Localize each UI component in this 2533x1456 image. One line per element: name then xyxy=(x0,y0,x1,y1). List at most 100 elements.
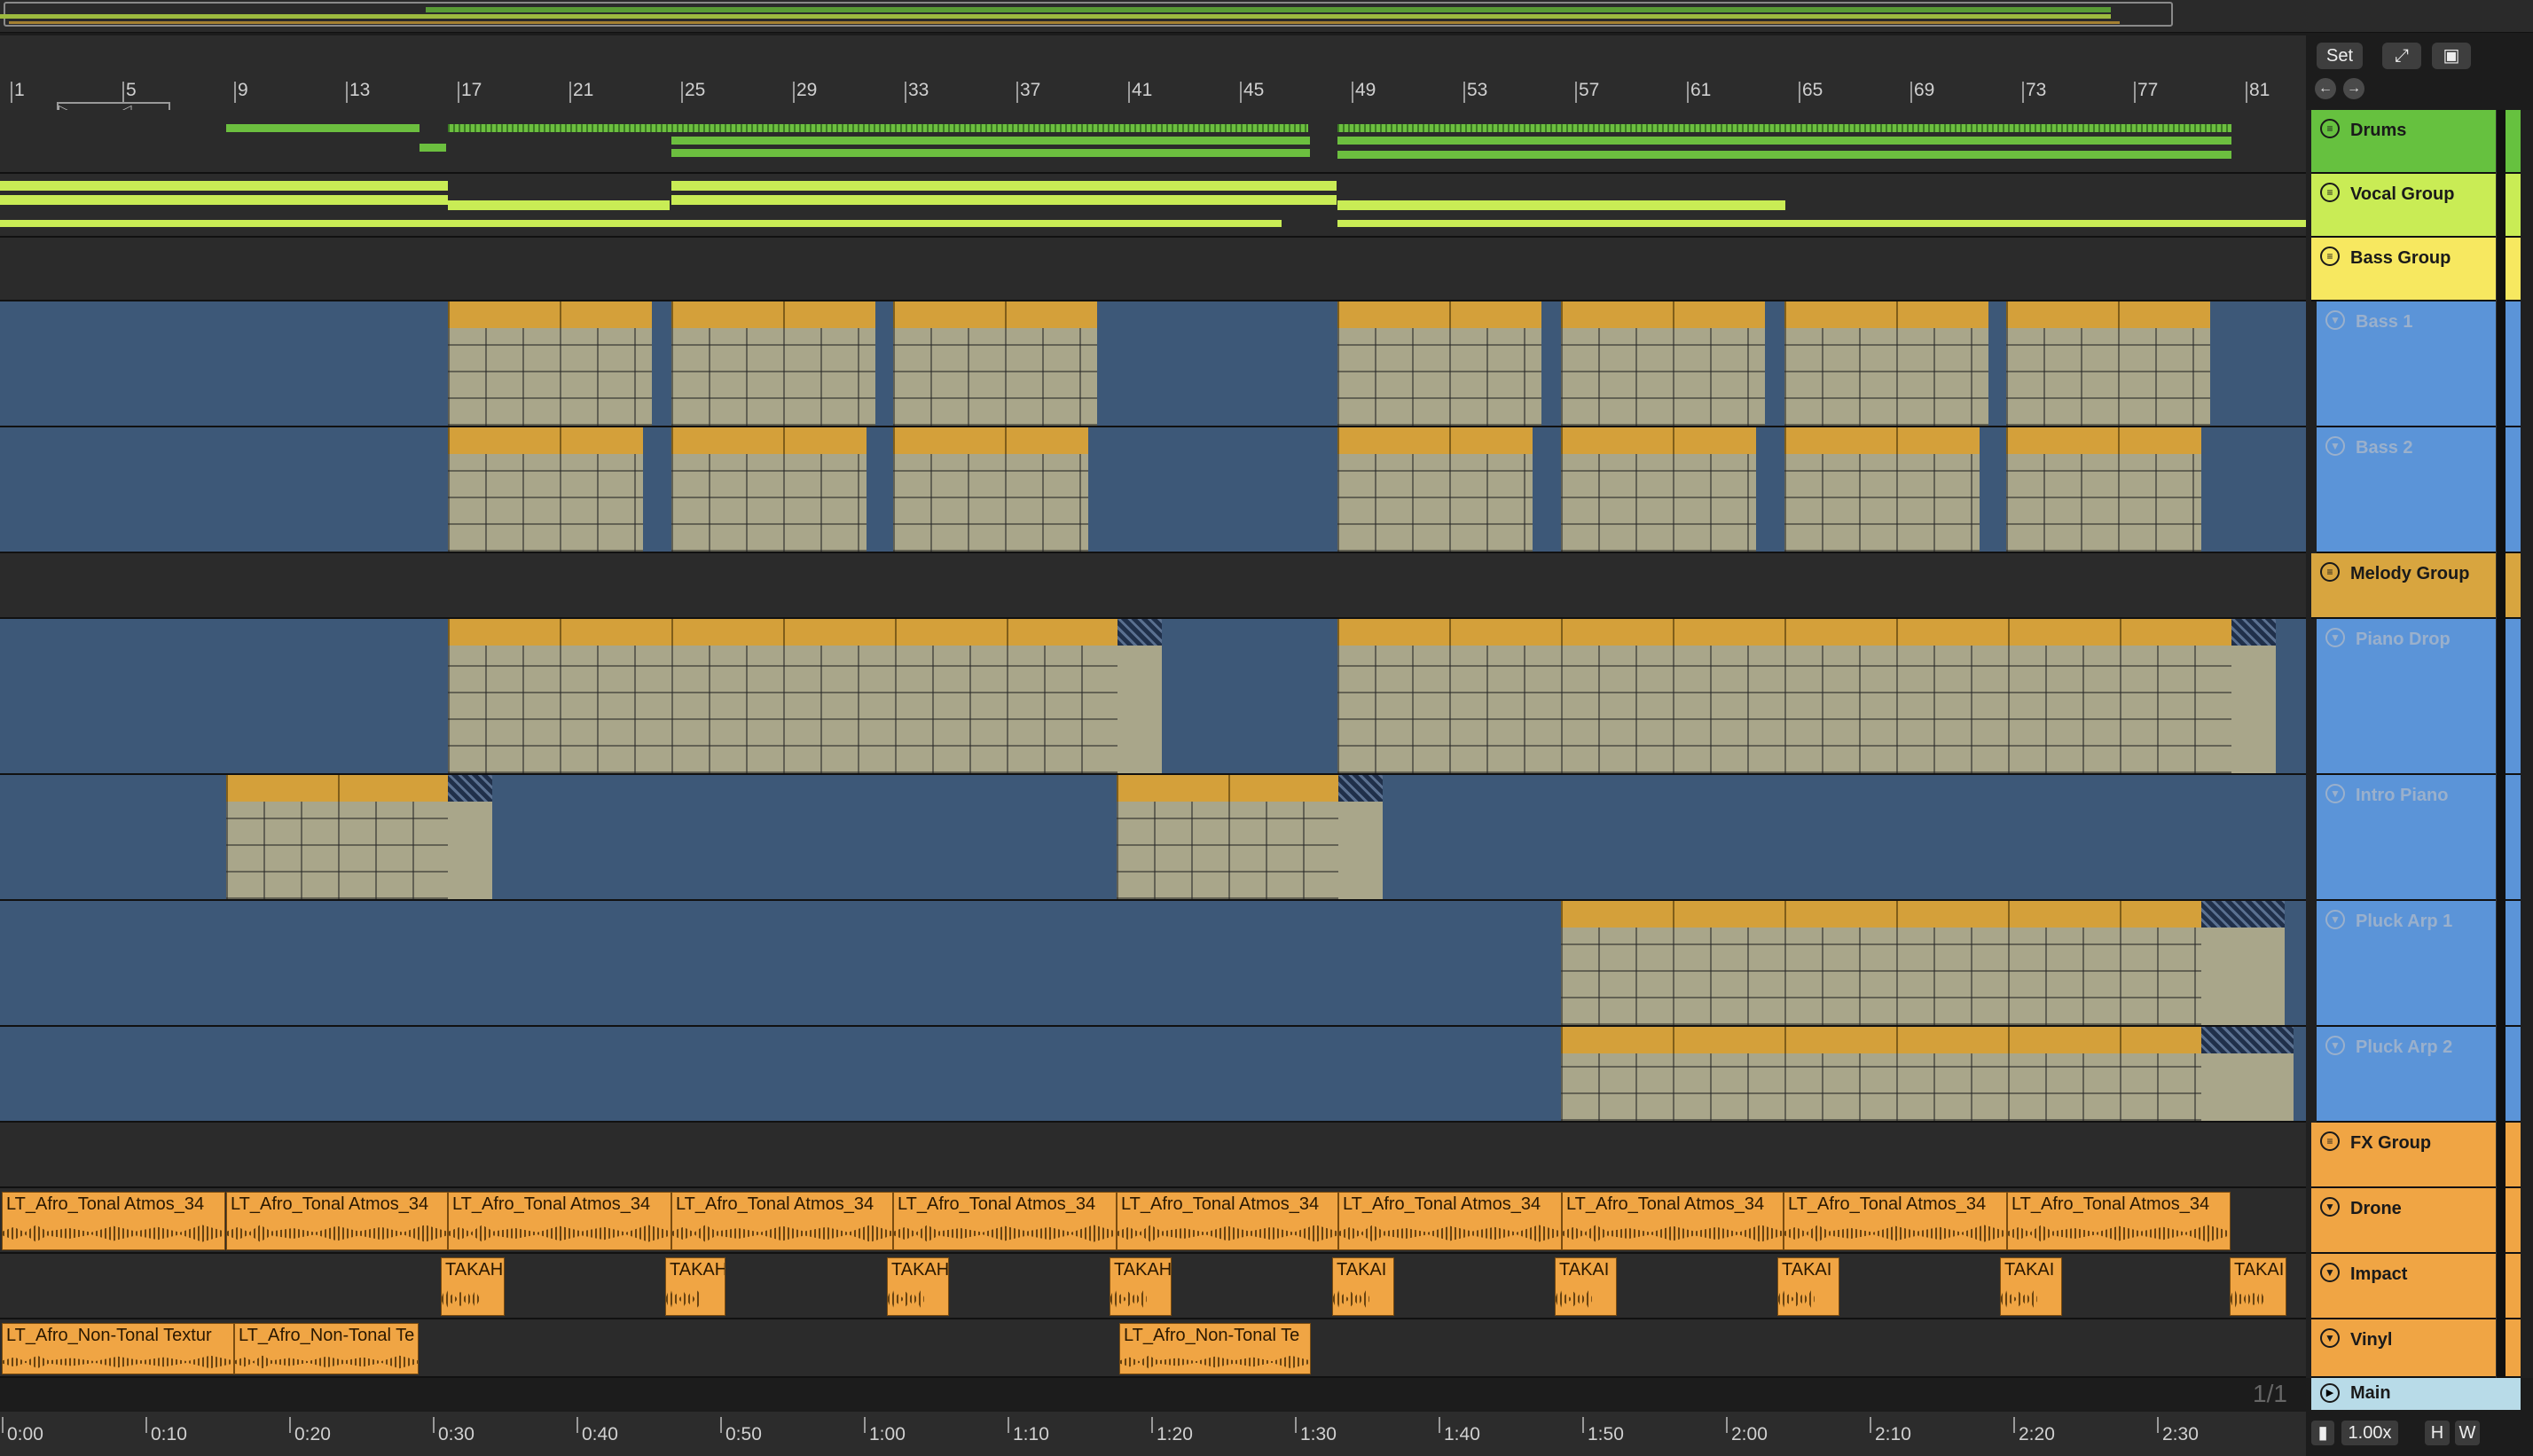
group-fold-icon[interactable]: ≡ xyxy=(2320,562,2340,582)
arrangement-view[interactable]: LT_Afro_Tonal Atmos_34 LT_Afro_Tonal Atm… xyxy=(0,110,2306,1378)
track-header-intro-piano[interactable]: ▼ Intro Piano xyxy=(2317,775,2521,901)
drum-clip[interactable] xyxy=(420,144,446,152)
drum-clip[interactable] xyxy=(226,124,420,132)
group-fold-icon[interactable]: ≡ xyxy=(2320,183,2340,202)
audio-clip[interactable]: LT_Afro_Tonal Atmos_34 xyxy=(1117,1192,1338,1250)
track-header-bass-group[interactable]: ≡ Bass Group xyxy=(2311,238,2521,301)
vocal-clip[interactable] xyxy=(0,181,448,191)
audio-clip[interactable]: LT_Afro_Tonal Atmos_34 xyxy=(2007,1192,2231,1250)
track-header-vinyl[interactable]: ▼ Vinyl xyxy=(2311,1319,2521,1378)
vocal-clip[interactable] xyxy=(1337,200,1785,210)
midi-clip[interactable] xyxy=(1337,301,1541,426)
audio-clip[interactable]: LT_Afro_Tonal Atmos_34 xyxy=(1562,1192,1784,1250)
midi-clip[interactable] xyxy=(1784,427,1980,552)
audio-clip[interactable]: LT_Afro_Tonal Atmos_34 xyxy=(226,1192,448,1250)
w-button[interactable]: W xyxy=(2455,1421,2480,1445)
vocal-clip[interactable] xyxy=(0,220,1282,227)
track-header-drums[interactable]: ≡ Drums xyxy=(2311,110,2521,174)
track-fold-icon[interactable]: ▼ xyxy=(2320,1328,2340,1348)
track-fold-icon[interactable]: ▼ xyxy=(2325,310,2345,330)
audio-clip[interactable]: LT_Afro_Tonal Atmos_34 xyxy=(893,1192,1117,1250)
time-ruler[interactable]: 0:00 0:10 0:20 0:30 0:40 0:50 1:00 1:10 1:20 1:30… xyxy=(0,1412,2306,1456)
vocal-clip[interactable] xyxy=(671,195,1337,205)
audio-clip[interactable]: LT_Afro_Tonal Atmos_34 xyxy=(671,1192,893,1250)
midi-clip[interactable] xyxy=(671,427,867,552)
midi-clip[interactable] xyxy=(2006,427,2201,552)
lock-icon[interactable]: ▣ xyxy=(2432,43,2471,69)
drum-clip[interactable] xyxy=(1337,124,2231,132)
audio-clip[interactable]: LT_Afro_Tonal Atmos_34 xyxy=(1784,1192,2007,1250)
track-header-pluck-arp-1[interactable]: ▼ Pluck Arp 1 xyxy=(2317,901,2521,1027)
track-header-vocal-group[interactable]: ≡ Vocal Group xyxy=(2311,174,2521,238)
audio-clip[interactable]: TAKAH xyxy=(887,1257,949,1316)
drum-clip[interactable] xyxy=(671,149,1310,157)
drum-clip[interactable] xyxy=(1337,151,2231,159)
waveform-icon[interactable]: ▮ xyxy=(2311,1421,2334,1445)
arrow-left-icon[interactable]: ← xyxy=(2315,78,2336,99)
audio-clip[interactable]: TAKAI xyxy=(1777,1257,1839,1316)
overview-strip[interactable] xyxy=(0,0,2533,33)
audio-clip[interactable]: LT_Afro_Tonal Atmos_34 xyxy=(2,1192,225,1250)
midi-clip[interactable] xyxy=(893,301,1097,426)
drum-clip[interactable] xyxy=(671,137,1310,145)
track-header-bass-1[interactable]: ▼ Bass 1 xyxy=(2317,301,2521,427)
track-fold-icon[interactable]: ▼ xyxy=(2325,436,2345,456)
audio-clip[interactable]: TAKAH xyxy=(441,1257,505,1316)
vocal-clip[interactable] xyxy=(448,200,670,210)
track-fold-icon[interactable]: ▼ xyxy=(2325,1036,2345,1055)
audio-clip[interactable]: TAKAI xyxy=(2230,1257,2286,1316)
audio-clip[interactable]: LT_Afro_Tonal Atmos_34 xyxy=(1338,1192,1562,1250)
audio-clip[interactable]: LT_Afro_Tonal Atmos_34 xyxy=(448,1192,671,1250)
midi-clip[interactable] xyxy=(1117,775,1338,899)
audio-clip[interactable]: LT_Afro_Non-Tonal Te xyxy=(1119,1323,1311,1374)
group-fold-icon[interactable]: ≡ xyxy=(2320,1131,2340,1151)
drum-clip[interactable] xyxy=(1337,137,2231,145)
midi-clip[interactable] xyxy=(1561,427,1756,552)
zoom-readout[interactable]: 1.00x xyxy=(2341,1421,2398,1445)
audio-clip[interactable]: LT_Afro_Non-Tonal Te xyxy=(234,1323,419,1374)
track-header-bass-2[interactable]: ▼ Bass 2 xyxy=(2317,427,2521,553)
audio-clip[interactable]: TAKAI xyxy=(2000,1257,2062,1316)
audio-clip[interactable]: TAKAI xyxy=(1332,1257,1394,1316)
midi-clip[interactable] xyxy=(1784,301,1988,426)
track-header-impact[interactable]: ▼ Impact xyxy=(2311,1254,2521,1319)
midi-clip[interactable] xyxy=(671,301,875,426)
track-header-pluck-arp-2[interactable]: ▼ Pluck Arp 2 xyxy=(2317,1027,2521,1123)
midi-clip[interactable] xyxy=(448,619,1118,773)
track-fold-icon[interactable]: ▼ xyxy=(2325,628,2345,647)
midi-clip[interactable] xyxy=(893,427,1088,552)
audio-clip[interactable]: TAKAI xyxy=(1555,1257,1617,1316)
midi-clip[interactable] xyxy=(2006,301,2210,426)
audio-clip[interactable]: TAKAH xyxy=(665,1257,725,1316)
track-header-melody-group[interactable]: ≡ Melody Group xyxy=(2311,553,2521,619)
midi-clip[interactable] xyxy=(226,775,448,899)
midi-clip[interactable] xyxy=(1561,301,1765,426)
midi-clip[interactable] xyxy=(448,301,652,426)
group-fold-icon[interactable]: ≡ xyxy=(2320,119,2340,138)
group-fold-icon[interactable]: ≡ xyxy=(2320,247,2340,266)
arrow-right-icon[interactable]: → xyxy=(2343,78,2364,99)
expand-icon[interactable]: ⤢ xyxy=(2382,43,2421,69)
vocal-clip[interactable] xyxy=(0,195,448,205)
drum-clip[interactable] xyxy=(448,124,1308,132)
midi-clip[interactable] xyxy=(448,427,643,552)
vocal-clip[interactable] xyxy=(671,181,1337,191)
track-fold-icon[interactable]: ▼ xyxy=(2320,1263,2340,1282)
track-fold-icon[interactable]: ▼ xyxy=(2325,910,2345,929)
midi-clip[interactable] xyxy=(1337,619,2231,773)
track-fold-icon[interactable]: ▼ xyxy=(2325,784,2345,803)
midi-clip[interactable] xyxy=(1561,901,2201,1025)
midi-clip[interactable] xyxy=(1561,1027,2201,1121)
set-button[interactable]: Set xyxy=(2317,43,2363,69)
track-header-drone[interactable]: ▼ Drone xyxy=(2311,1188,2521,1254)
audio-clip[interactable]: LT_Afro_Non-Tonal Textur xyxy=(2,1323,234,1374)
h-button[interactable]: H xyxy=(2425,1421,2450,1445)
midi-clip[interactable] xyxy=(1337,427,1533,552)
track-fold-icon[interactable]: ▼ xyxy=(2320,1197,2340,1217)
vocal-clip[interactable] xyxy=(1337,220,2306,227)
track-header-fx-group[interactable]: ≡ FX Group xyxy=(2311,1123,2521,1188)
audio-clip[interactable]: TAKAH xyxy=(1110,1257,1172,1316)
beat-ruler[interactable]: 1 5 9 13 17 21 25 29 33 37 41 45 49 53 57 61 65 69 73 77 81 … xyxy=(0,35,2306,120)
track-header-piano-drop[interactable]: ▼ Piano Drop xyxy=(2317,619,2521,775)
track-header-main[interactable]: ▶ Main xyxy=(2311,1378,2521,1410)
